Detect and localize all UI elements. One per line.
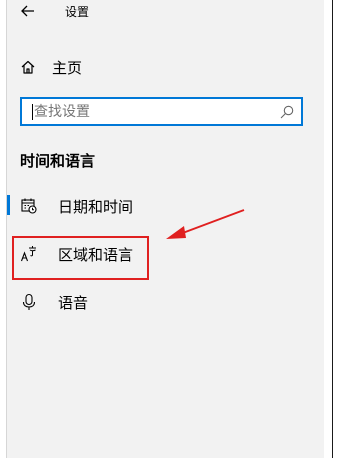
window-right-border [332,0,333,458]
annotation-arrow-icon [166,209,245,239]
sidebar-item-home[interactable]: 主页 [8,52,318,82]
search-icon[interactable] [279,104,295,120]
back-button[interactable] [14,0,42,22]
sidebar-item-label: 语音 [58,293,89,312]
sidebar-item-label: 主页 [52,58,83,77]
sidebar-item-label: 日期和时间 [58,197,134,216]
microphone-icon [20,293,38,311]
search-box[interactable] [20,97,303,126]
content-area-edge [324,0,332,458]
text-caret [32,104,33,120]
settings-window: 设置 主页 时间和语言 日期和时间 [0,0,339,458]
annotation-highlight-box [12,236,149,280]
sidebar-item-speech[interactable]: 语音 [8,285,318,319]
section-title: 时间和语言 [20,152,96,170]
window-left-edge [0,0,7,458]
arrow-left-icon [21,5,34,17]
window-title: 设置 [65,5,90,19]
home-icon [20,59,36,75]
search-input[interactable] [24,101,274,122]
calendar-clock-icon [20,197,38,215]
